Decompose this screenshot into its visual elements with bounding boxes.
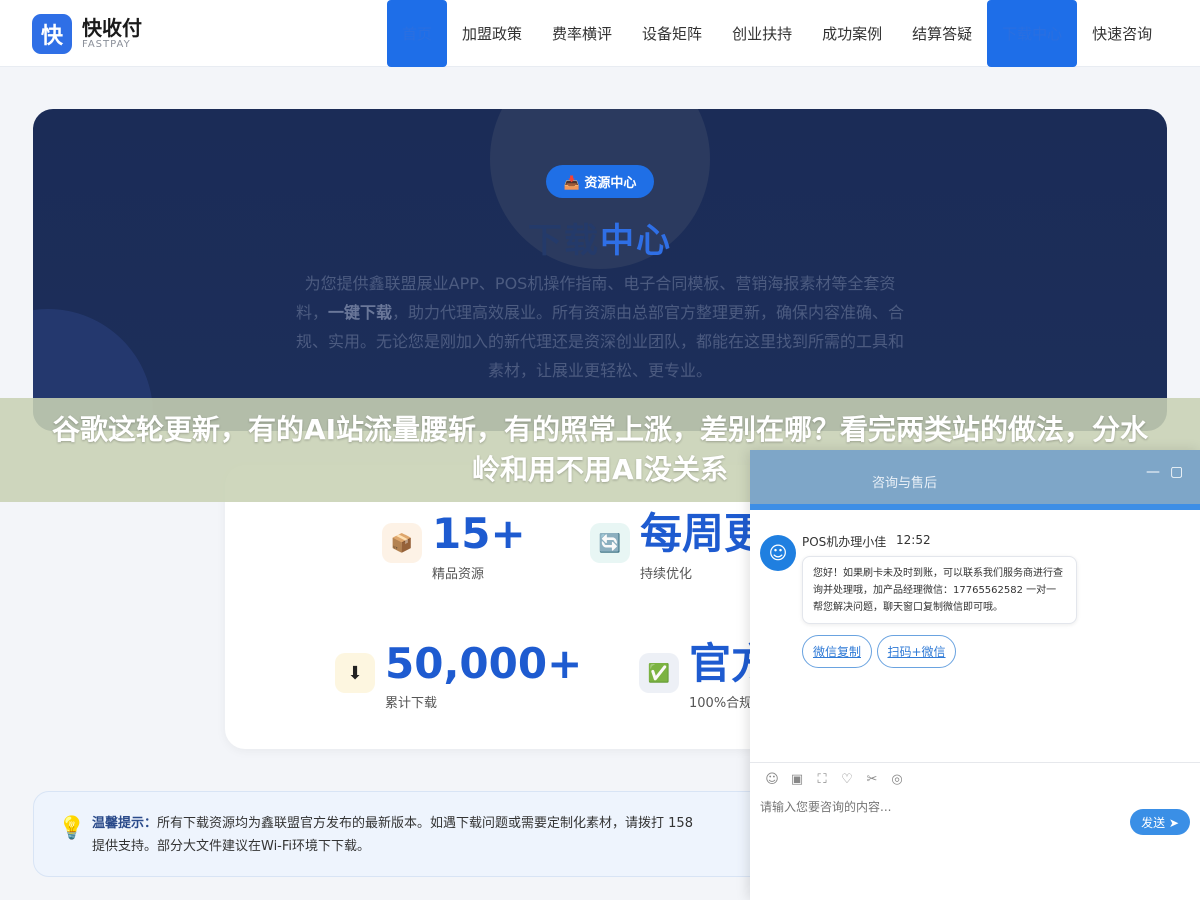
tip-line-1: 所有下载资源均为鑫联盟官方发布的最新版本。如遇下载问题或需要定制化素材，请拨打 … (157, 816, 693, 831)
nav-item-home[interactable]: 首页 (387, 0, 448, 67)
stat-value-resources: 15+ (432, 509, 526, 558)
package-icon: 📦 (382, 523, 422, 563)
chat-header-strip (750, 504, 1200, 510)
emoji-icon[interactable]: ☺ (760, 770, 784, 788)
stat-label-downloads: 累计下载 (385, 696, 438, 711)
logo-subtitle: FASTPAY (82, 39, 131, 50)
image-icon[interactable]: ▣ (785, 770, 809, 788)
tip-line-2: 提供支持。部分大文件建议在Wi-Fi环境下下载。 (92, 839, 371, 854)
logo-mark: 快 (32, 14, 72, 54)
nav-item-devices[interactable]: 设备矩阵 (627, 0, 717, 67)
hero-description: 为您提供鑫联盟展业APP、POS机操作指南、电子合同模板、营销海报素材等全套资料… (295, 269, 905, 385)
hero-section: 📥 资源中心 下载中心 为您提供鑫联盟展业APP、POS机操作指南、电子合同模板… (33, 109, 1167, 431)
send-button[interactable]: 发送 ➤ (1130, 809, 1190, 835)
message-time: 12:52 (896, 533, 931, 547)
nav-item-quick-consult[interactable]: 快速咨询 (1077, 0, 1167, 67)
rating-icon[interactable]: ♡ (835, 770, 859, 788)
screenshot-icon[interactable]: ⛶ (810, 770, 834, 788)
scan-wechat-button[interactable]: 扫码+微信 (877, 635, 956, 668)
page-title: 下载中心 (33, 213, 1167, 262)
hero-desc-bold: 一键下载 (327, 303, 392, 322)
chat-header[interactable]: 咨询与售后 — ▢ (750, 450, 1200, 504)
tip-title: 温馨提示： (92, 816, 158, 831)
maximize-icon[interactable]: ▢ (1170, 464, 1183, 480)
nav-item-startup-support[interactable]: 创业扶持 (717, 0, 807, 67)
logo-text: 快收付 FASTPAY (82, 17, 142, 51)
check-icon: ✅ (639, 653, 679, 693)
minimize-icon[interactable]: — (1146, 464, 1160, 480)
lightbulb-icon: 💡 (58, 816, 86, 841)
stat-label-weekly: 持续优化 (640, 567, 693, 582)
stat-value-weekly: 每周更 (640, 509, 767, 558)
refresh-icon: 🔄 (590, 523, 630, 563)
nav-item-download-center[interactable]: 下载中心 (987, 0, 1078, 67)
chat-widget: 咨询与售后 — ▢ ☺ POS机办理小佳 12:52 您好！如果刷卡未及时到账，… (750, 450, 1200, 900)
resource-center-badge: 📥 资源中心 (546, 165, 654, 198)
logo-name: 快收付 (82, 16, 142, 40)
chat-bubbles-icon[interactable]: ◎ (885, 770, 909, 788)
chat-toolbar: ☺ ▣ ⛶ ♡ ✂ ◎ (760, 770, 910, 788)
chat-message-input[interactable] (760, 800, 1120, 814)
stat-label-resources: 精品资源 (432, 567, 485, 582)
agent-name: POS机办理小佳 (802, 535, 887, 549)
nav-item-cases[interactable]: 成功案例 (807, 0, 897, 67)
page-title-part-b: 中心 (600, 221, 672, 261)
page-title-part-a: 下载 (528, 221, 600, 261)
stat-label-official: 100%合规 (689, 696, 753, 711)
stat-value-downloads: 50,000+ (385, 639, 583, 688)
agent-message-bubble: 您好！如果刷卡未及时到账，可以联系我们服务商进行查询并处理哦，加产品经理微信：1… (802, 556, 1077, 624)
nav-item-settlement-faq[interactable]: 结算答疑 (897, 0, 987, 67)
logo[interactable]: 快 快收付 FASTPAY (32, 14, 142, 54)
main-nav: 首页 加盟政策 费率横评 设备矩阵 创业扶持 成功案例 结算答疑 下载中心 快速… (387, 0, 1167, 67)
site-header: 快 快收付 FASTPAY 首页 加盟政策 费率横评 设备矩阵 创业扶持 成功案… (0, 0, 1200, 67)
download-arrow-icon: ⬇ (335, 653, 375, 693)
tip-text: 温馨提示：所有下载资源均为鑫联盟官方发布的最新版本。如遇下载问题或需要定制化素材… (92, 812, 772, 858)
nav-item-rate-review[interactable]: 费率横评 (537, 0, 627, 67)
chat-title: 咨询与售后 (872, 476, 938, 491)
scissors-icon[interactable]: ✂ (860, 770, 884, 788)
copy-wechat-button[interactable]: 微信复制 (802, 635, 872, 668)
nav-item-join-policy[interactable]: 加盟政策 (447, 0, 537, 67)
chat-divider (750, 762, 1200, 763)
agent-avatar: ☺ (760, 535, 796, 571)
